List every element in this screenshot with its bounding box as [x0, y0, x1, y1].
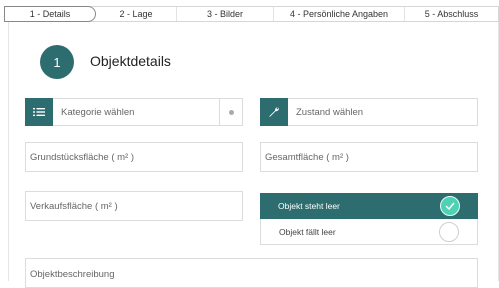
vacancy-option-vacant-label: Objekt steht leer	[278, 201, 340, 211]
step-tab-completion[interactable]: 5 - Abschluss	[404, 7, 498, 21]
dot-icon	[228, 109, 234, 115]
step-tab-location[interactable]: 2 - Lage	[96, 7, 176, 21]
step-navigation: 1 - Details 2 - Lage 3 - Bilder 4 - Pers…	[4, 6, 499, 22]
sales-area-field[interactable]: Verkaufsfläche ( m² )	[25, 191, 243, 221]
total-area-field[interactable]: Gesamtfläche ( m² )	[260, 142, 478, 172]
step-tab-images[interactable]: 3 - Bilder	[176, 7, 273, 21]
section-number-badge: 1	[40, 45, 74, 79]
dropdown-indicator[interactable]	[219, 99, 242, 125]
category-select[interactable]: Kategorie wählen	[25, 98, 243, 126]
vacancy-option-becoming-vacant[interactable]: Objekt fällt leer	[260, 219, 478, 245]
vacancy-option-becoming-vacant-label: Objekt fällt leer	[279, 226, 336, 237]
empty-radio-icon	[439, 221, 459, 242]
plot-area-field[interactable]: Grundstücksfläche ( m² )	[25, 142, 243, 172]
description-textarea[interactable]: Objektbeschreibung	[25, 258, 478, 288]
step-tab-details[interactable]: 1 - Details	[4, 6, 96, 22]
wrench-icon	[260, 98, 288, 126]
section-title: Objektdetails	[90, 53, 171, 69]
step-tab-personal-info[interactable]: 4 - Persönliche Angaben	[273, 7, 404, 21]
category-select-label: Kategorie wählen	[61, 106, 135, 118]
vacancy-option-vacant[interactable]: Objekt steht leer	[260, 193, 478, 219]
condition-select-label: Zustand wählen	[296, 106, 364, 118]
checkmark-icon	[440, 196, 460, 216]
list-icon	[25, 98, 53, 126]
condition-select[interactable]: Zustand wählen	[260, 98, 478, 126]
